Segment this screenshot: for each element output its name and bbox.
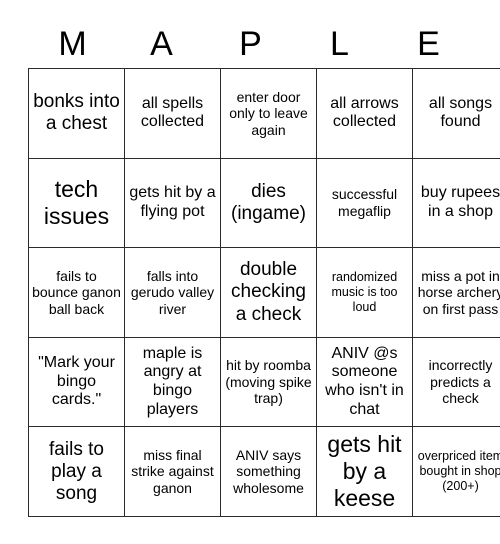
bingo-cell-label: "Mark your bingo cards." (38, 354, 115, 409)
bingo-cell-label: ANIV says something wholesome (233, 446, 304, 496)
bingo-cell-4-3[interactable]: gets hit by a keese (316, 426, 413, 517)
bingo-row: "Mark your bingo cards." maple is angry a… (28, 336, 500, 428)
bingo-cell-1-1[interactable]: gets hit by a flying pot (124, 157, 221, 249)
bingo-cell-2-1[interactable]: falls into gerudo valley river (124, 247, 221, 338)
bingo-cell-label: miss a pot in horse archery on first pas… (417, 267, 500, 317)
bingo-header-letter-0: M (58, 25, 87, 63)
bingo-row: bonks into a chest all spells collected en… (28, 68, 500, 159)
bingo-cell-4-0[interactable]: fails to play a song (28, 426, 125, 517)
bingo-header-letter-2: P (239, 25, 262, 63)
bingo-cell-label: double checking a check (231, 259, 306, 325)
bingo-cell-label: all songs found (428, 94, 493, 131)
bingo-cell-2-3[interactable]: randomized music is too loud (316, 247, 413, 338)
bingo-cell-label: tech issues (43, 175, 110, 229)
bingo-cell-label: fails to bounce ganon ball back (32, 267, 121, 317)
bingo-cell-label: falls into gerudo valley river (130, 267, 215, 317)
bingo-cell-1-4[interactable]: buy rupees in a shop (412, 157, 500, 249)
bingo-cell-1-0[interactable]: tech issues (28, 157, 125, 249)
bingo-cell-1-3[interactable]: successful megaflip (316, 157, 413, 249)
bingo-cell-label: gets hit by a keese (327, 430, 402, 512)
bingo-cell-3-1[interactable]: maple is angry at bingo players (124, 336, 221, 428)
bingo-cell-3-4[interactable]: incorrectly predicts a check (412, 336, 500, 428)
bingo-cell-0-2[interactable]: enter door only to leave again (220, 68, 317, 159)
bingo-cell-3-2[interactable]: hit by roomba (moving spike trap) (220, 336, 317, 428)
bingo-cell-2-0[interactable]: fails to bounce ganon ball back (28, 247, 125, 338)
bingo-cell-label: overpriced item bought in shop (200+) (417, 449, 500, 494)
bingo-row: tech issues gets hit by a flying pot dies … (28, 157, 500, 249)
bingo-cell-label: all arrows collected (330, 94, 399, 131)
bingo-cell-label: incorrectly predicts a check (428, 357, 493, 407)
bingo-cell-label: maple is angry at bingo players (142, 344, 203, 418)
bingo-cell-1-2[interactable]: dies (ingame) (220, 157, 317, 249)
bingo-cell-0-0[interactable]: bonks into a chest (28, 68, 125, 159)
bingo-row: fails to bounce ganon ball back falls int… (28, 247, 500, 338)
bingo-cell-label: gets hit by a flying pot (129, 184, 216, 220)
bingo-header-letter-1: A (150, 25, 173, 63)
bingo-cell-label: hit by roomba (moving spike trap) (225, 357, 312, 407)
bingo-row: fails to play a song miss final strike ag… (28, 426, 500, 517)
bingo-cell-label: fails to play a song (49, 438, 104, 504)
bingo-cell-2-4[interactable]: miss a pot in horse archery on first pas… (412, 247, 500, 338)
bingo-cell-2-2[interactable]: double checking a check (220, 247, 317, 338)
bingo-cell-label: buy rupees in a shop (420, 184, 500, 220)
bingo-cell-label: randomized music is too loud (331, 269, 398, 314)
bingo-header-letters: MAPLE (28, 20, 473, 68)
bingo-cell-label: enter door only to leave again (229, 88, 308, 138)
bingo-cell-0-1[interactable]: all spells collected (124, 68, 221, 159)
bingo-cell-label: ANIV @s someone who isn't in chat (325, 344, 404, 418)
bingo-cell-4-4[interactable]: overpriced item bought in shop (200+) (412, 426, 500, 517)
bingo-cell-0-4[interactable]: all songs found (412, 68, 500, 159)
bingo-card: M A P L E bonks into a chest all spells colle… (0, 0, 500, 544)
bingo-cell-label: dies (ingame) (231, 180, 306, 224)
bingo-cell-4-1[interactable]: miss final strike against ganon (124, 426, 221, 517)
bingo-cell-label: all spells collected (140, 94, 205, 131)
bingo-cell-label: miss final strike against ganon (131, 446, 214, 496)
bingo-cell-label: successful megaflip (331, 186, 398, 219)
bingo-cell-4-2[interactable]: ANIV says something wholesome (220, 426, 317, 517)
bingo-header-letter-4: E (417, 25, 440, 63)
bingo-cell-0-3[interactable]: all arrows collected (316, 68, 413, 159)
bingo-cell-3-3[interactable]: ANIV @s someone who isn't in chat (316, 336, 413, 428)
bingo-cell-3-0[interactable]: "Mark your bingo cards." (28, 336, 125, 428)
bingo-cell-label: bonks into a chest (33, 91, 120, 135)
bingo-grid: bonks into a chest all spells collected en… (28, 68, 500, 517)
bingo-header-letter-3: L (330, 25, 349, 63)
bingo-grid-body: bonks into a chest all spells collected en… (28, 68, 500, 517)
